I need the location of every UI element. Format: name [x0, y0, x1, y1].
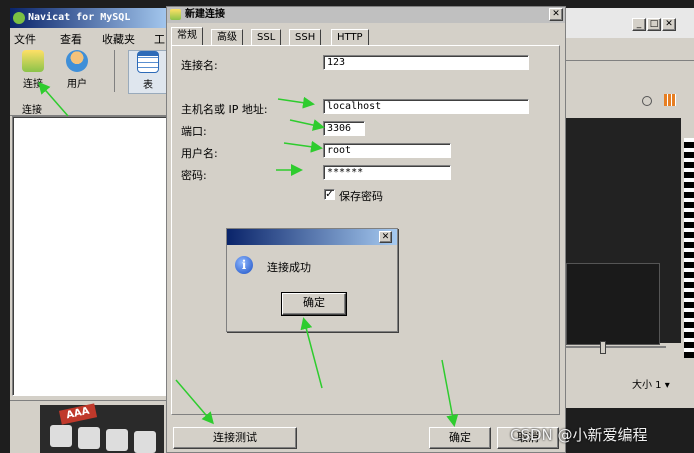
tab-general[interactable]: 常规: [171, 27, 203, 45]
annotation-arrow: [300, 317, 323, 389]
watermark: CSDN @小新爱编程: [510, 426, 648, 444]
annotation-arrow: [277, 96, 315, 109]
annotation-arrow: [283, 140, 323, 153]
annotation-arrow: [441, 359, 459, 427]
annotation-arrow: [38, 81, 69, 117]
annotation-arrows: [38, 81, 459, 427]
annotation-arrow: [175, 379, 214, 425]
annotation-arrow: [289, 119, 325, 131]
